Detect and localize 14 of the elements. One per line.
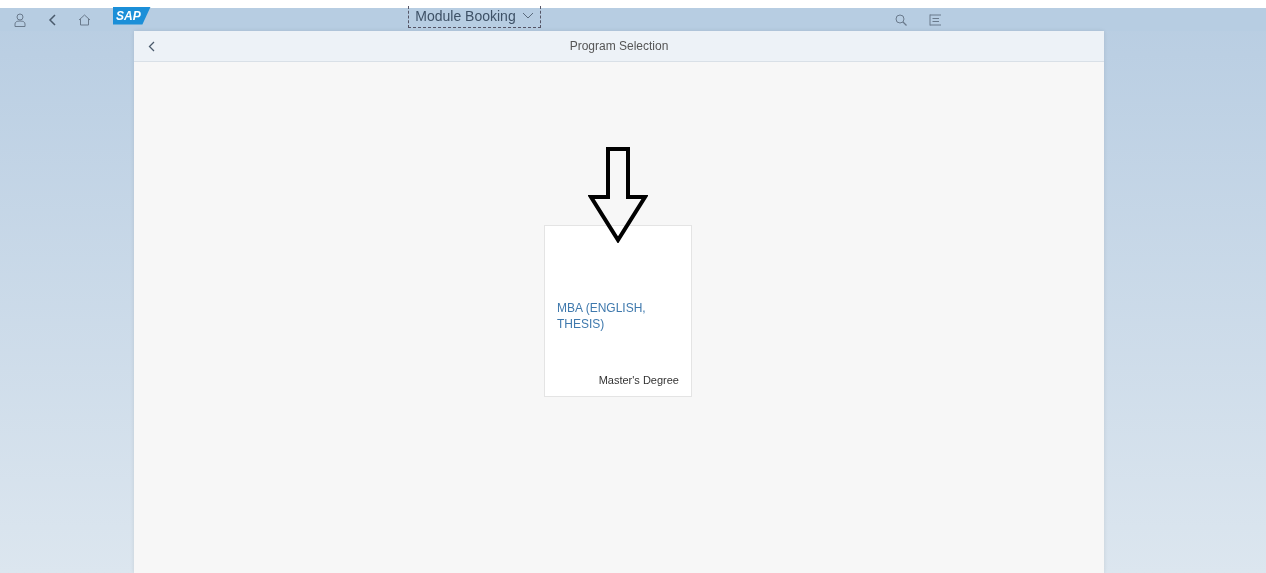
- page-title: Program Selection: [569, 39, 669, 53]
- back-icon[interactable]: [148, 40, 155, 52]
- home-icon[interactable]: [78, 13, 91, 26]
- tile-title: MBA (ENGLISH, THESIS): [557, 300, 647, 332]
- program-tile[interactable]: MBA (ENGLISH, THESIS) Master's Degree: [544, 225, 692, 397]
- tile-subtitle: Master's Degree: [598, 374, 679, 386]
- menu-icon[interactable]: [929, 13, 942, 26]
- back-icon[interactable]: [48, 13, 56, 26]
- user-icon[interactable]: [14, 12, 26, 27]
- caret-icon: [521, 12, 534, 19]
- down-arrow-icon: [588, 147, 648, 243]
- app-title-menu[interactable]: Module Booking: [408, 5, 541, 28]
- logo[interactable]: SAP: [113, 6, 151, 25]
- search-icon[interactable]: [895, 13, 907, 26]
